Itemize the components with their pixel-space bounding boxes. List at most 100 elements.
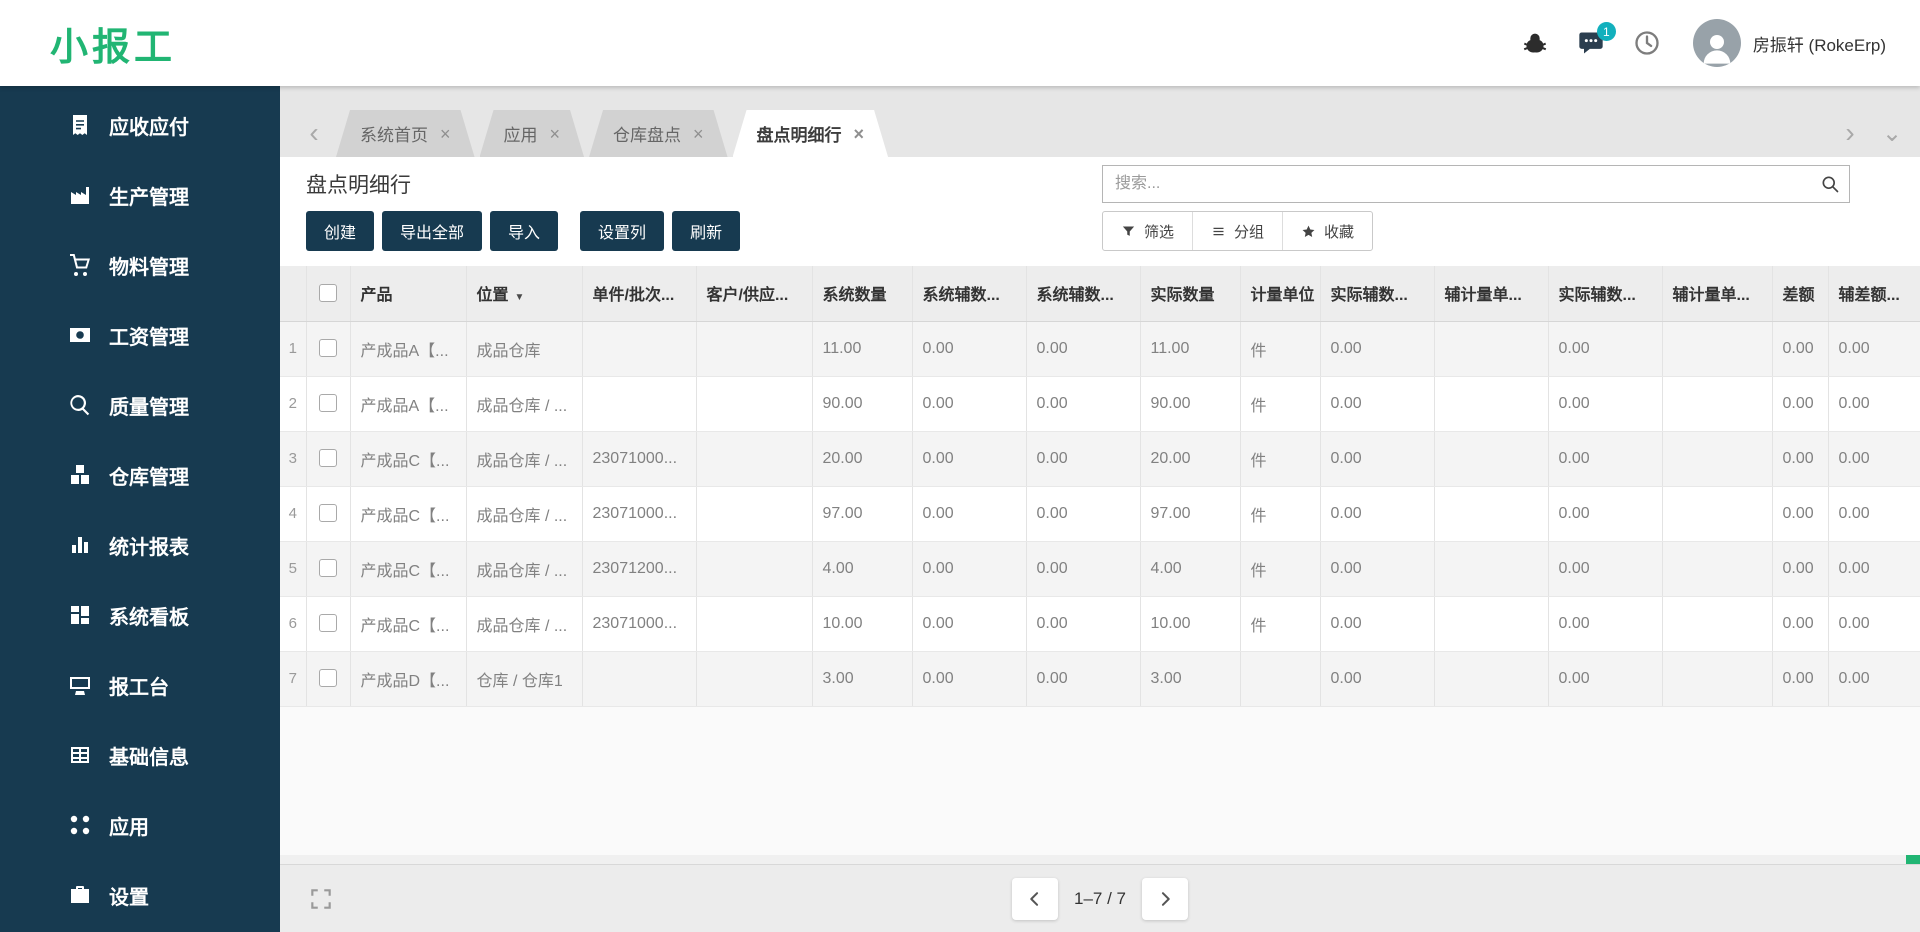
column-header-5[interactable]: 系统辅数... — [912, 266, 1027, 322]
table-cell: 件 — [1240, 541, 1321, 597]
tab-count-lines[interactable]: 盘点明细行 × — [733, 110, 889, 157]
column-label: 辅计量单... — [1444, 287, 1522, 305]
close-tab-icon[interactable]: × — [693, 125, 704, 143]
sidebar-item-materials[interactable]: 物料管理 — [0, 230, 280, 300]
row-checkbox[interactable] — [319, 559, 337, 578]
column-header-4[interactable]: 系统数量 — [812, 266, 913, 322]
table-row[interactable]: 7 产成品D【... 仓库 / 仓库1 3.00 0.00 0.00 3.00 0.00 0.0… — [280, 651, 1920, 707]
search-input[interactable] — [1113, 174, 1811, 194]
tab-home[interactable]: 系统首页 × — [336, 110, 475, 157]
table-cell: 23071000... — [582, 596, 697, 652]
pager-previous-button[interactable] — [1012, 877, 1058, 920]
create-button[interactable]: 创建 — [306, 211, 375, 251]
expand-selection-icon[interactable] — [308, 886, 334, 912]
select-all-checkbox[interactable] — [319, 284, 337, 303]
column-header-7[interactable]: 实际数量 — [1140, 266, 1241, 322]
table-row[interactable]: 2 产成品A【... 成品仓库 / ... 90.00 0.00 0.00 90.00 件 0.… — [280, 376, 1920, 432]
sidebar-item-basic-info[interactable]: 基础信息 — [0, 720, 280, 790]
table-row[interactable]: 6 产成品C【... 成品仓库 / ... 23071000... 10.00 0.00 0… — [280, 596, 1920, 652]
table-cell: 0.00 — [1548, 431, 1663, 487]
tab-bar: ‹ 系统首页 × 应用 × 仓库盘点 × 盘点明细行 × › ⌄ — [280, 86, 1920, 157]
sidebar-item-label: 统计报表 — [109, 536, 189, 559]
table-cell: 90.00 — [812, 376, 913, 432]
table-cell: 产成品C【... — [350, 596, 467, 652]
column-header-10[interactable]: 辅计量单... — [1434, 266, 1549, 322]
tabs-scroll-right-icon[interactable]: › — [1828, 109, 1872, 157]
select-all-header — [306, 266, 351, 322]
row-checkbox[interactable] — [319, 339, 337, 358]
group-button[interactable]: 分组 — [1193, 212, 1284, 250]
row-checkbox[interactable] — [319, 504, 337, 523]
tabs-scroll-left-icon[interactable]: ‹ — [292, 109, 336, 157]
sidebar-item-payroll[interactable]: 工资管理 — [0, 300, 280, 370]
column-header-13[interactable]: 差额 — [1772, 266, 1829, 322]
column-header-3[interactable]: 客户/供应... — [696, 266, 813, 322]
bug-icon[interactable] — [1521, 29, 1549, 57]
app-window: 小报工 1 房振轩 (RokeErp) 应收应付 生产管理 物料管理 工资管理 质量管理… — [0, 0, 1920, 932]
filter-button[interactable]: 筛选 — [1103, 212, 1194, 250]
user-menu[interactable]: 房振轩 (RokeErp) — [1753, 31, 1886, 56]
export-all-button[interactable]: 导出全部 — [382, 211, 483, 251]
table-cell — [1434, 486, 1549, 542]
close-tab-icon[interactable]: × — [854, 125, 865, 143]
sidebar-item-settings[interactable]: 设置 — [0, 860, 280, 930]
table-row[interactable]: 3 产成品C【... 成品仓库 / ... 23071000... 20.00 0.00 0… — [280, 431, 1920, 487]
favorite-button[interactable]: 收藏 — [1283, 212, 1372, 250]
tab-apps[interactable]: 应用 × — [480, 110, 585, 157]
table-cell: 0.00 — [1548, 596, 1663, 652]
sidebar-item-quality[interactable]: 质量管理 — [0, 370, 280, 440]
sidebar-item-warehouse[interactable]: 仓库管理 — [0, 440, 280, 510]
row-checkbox[interactable] — [319, 394, 337, 413]
tabs-menu-icon[interactable]: ⌄ — [1872, 109, 1912, 157]
table-cell: 0.00 — [1772, 541, 1829, 597]
chat-icon[interactable]: 1 — [1577, 22, 1616, 57]
table-cell — [1434, 376, 1549, 432]
close-tab-icon[interactable]: × — [550, 125, 561, 143]
column-header-14[interactable]: 辅差额... — [1828, 266, 1920, 322]
sidebar-item-workbench[interactable]: 报工台 — [0, 650, 280, 720]
column-header-1[interactable]: 位置 ▼ — [466, 266, 583, 322]
table-row[interactable]: 1 产成品A【... 成品仓库 11.00 0.00 0.00 11.00 件 0.00 0.00… — [280, 321, 1920, 377]
pager-next-button[interactable] — [1142, 877, 1188, 920]
set-columns-button[interactable]: 设置列 — [580, 211, 665, 251]
clock-icon[interactable] — [1633, 29, 1661, 57]
row-checkbox[interactable] — [319, 449, 337, 468]
column-header-11[interactable]: 实际辅数... — [1548, 266, 1663, 322]
column-header-9[interactable]: 实际辅数... — [1320, 266, 1435, 322]
horizontal-scrollbar-handle[interactable] — [1906, 855, 1920, 864]
table-row[interactable]: 5 产成品C【... 成品仓库 / ... 23071200... 4.00 0.00 0.… — [280, 541, 1920, 597]
column-label: 实际数量 — [1150, 287, 1215, 305]
tab-label: 应用 — [503, 126, 538, 145]
column-header-6[interactable]: 系统辅数... — [1026, 266, 1141, 322]
sidebar-item-label: 基础信息 — [109, 746, 189, 769]
search-icon[interactable] — [1820, 174, 1840, 194]
column-header-2[interactable]: 单件/批次... — [582, 266, 697, 322]
table-cell: 产成品C【... — [350, 431, 467, 487]
user-avatar[interactable] — [1692, 19, 1741, 67]
table-cell: 0.00 — [1026, 486, 1141, 542]
close-tab-icon[interactable]: × — [440, 125, 451, 143]
column-header-12[interactable]: 辅计量单... — [1662, 266, 1773, 322]
table-cell: 仓库 / 仓库1 — [466, 651, 583, 707]
reports-icon — [68, 533, 92, 557]
table-cell: 产成品C【... — [350, 486, 467, 542]
sidebar-item-production[interactable]: 生产管理 — [0, 160, 280, 230]
basicinfo-icon — [68, 743, 92, 767]
column-header-8[interactable]: 计量单位 — [1240, 266, 1321, 322]
sidebar-item-apps[interactable]: 应用 — [0, 790, 280, 860]
table-row[interactable]: 4 产成品C【... 成品仓库 / ... 23071000... 97.00 0.00 0… — [280, 486, 1920, 542]
payroll-icon — [68, 323, 92, 347]
footer-bar: 1–7 / 7 — [280, 864, 1920, 932]
sidebar-item-receivables[interactable]: 应收应付 — [0, 90, 280, 160]
sidebar-item-dashboard[interactable]: 系统看板 — [0, 580, 280, 650]
page-title: 盘点明细行 — [306, 174, 411, 197]
refresh-button[interactable]: 刷新 — [672, 211, 741, 251]
tab-inventory-count[interactable]: 仓库盘点 × — [589, 110, 728, 157]
row-select-cell — [306, 486, 351, 542]
row-checkbox[interactable] — [319, 669, 337, 688]
row-number: 5 — [280, 541, 307, 597]
import-button[interactable]: 导入 — [490, 211, 559, 251]
row-checkbox[interactable] — [319, 614, 337, 633]
column-header-0[interactable]: 产品 — [350, 266, 467, 322]
sidebar-item-reports[interactable]: 统计报表 — [0, 510, 280, 580]
